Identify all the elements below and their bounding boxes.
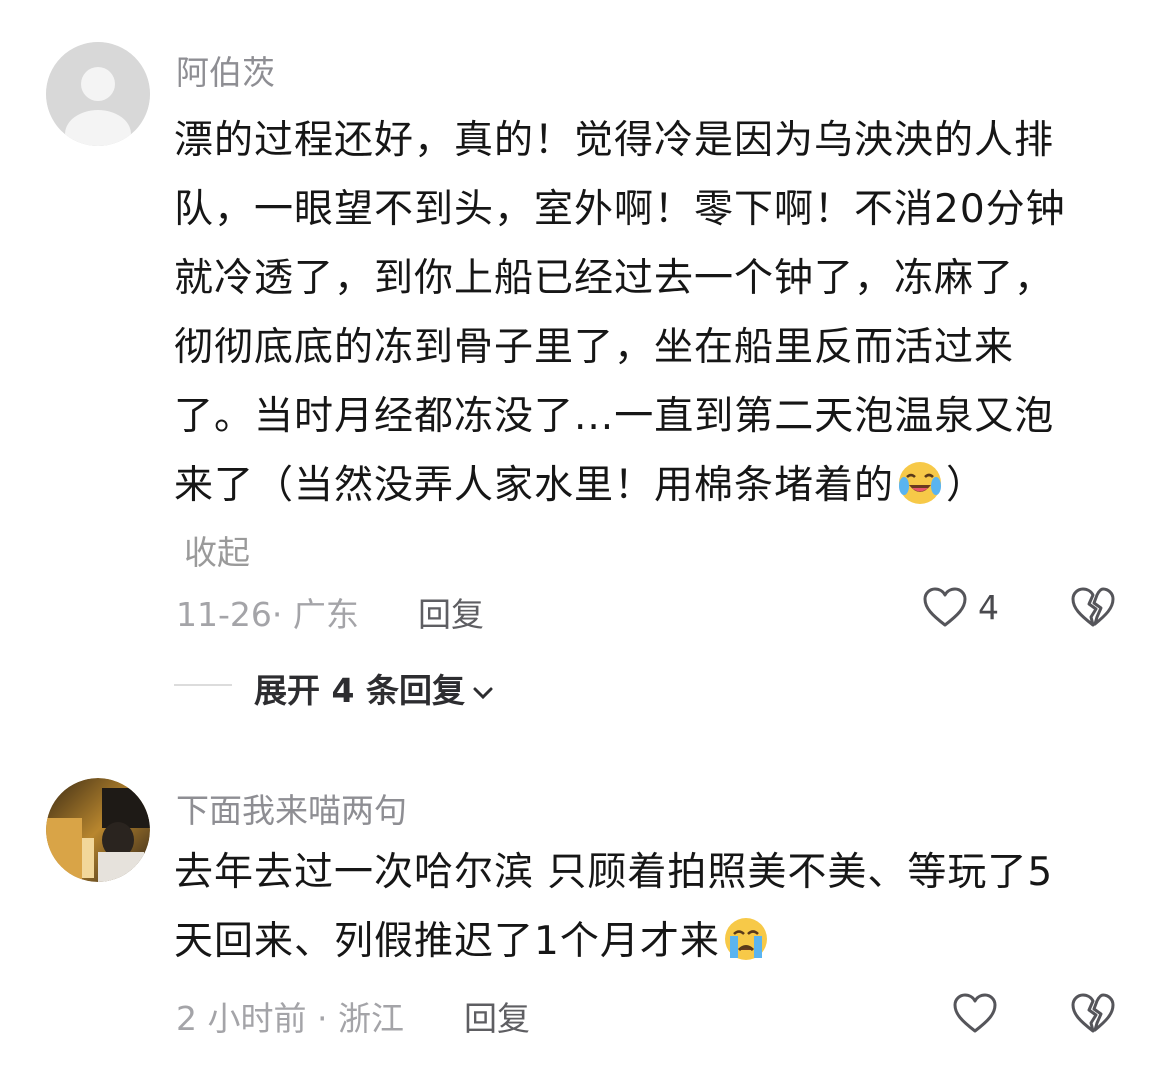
comment-username[interactable]: 阿伯茨 (176, 46, 275, 94)
comment-username[interactable]: 下面我来喵两句 (176, 784, 407, 832)
collapse-button[interactable]: 收起 (184, 526, 250, 574)
comment-time-location: 11-26· 广东 (176, 595, 359, 634)
comment-text-line: 就冷透了，到你上船已经过去一个钟了，冻麻了， (174, 256, 1055, 301)
comment-text-line: 彻彻底底的冻到骨子里了，坐在船里反而活过来 (174, 325, 1015, 370)
comment-text: 漂的过程还好，真的！觉得冷是因为乌泱泱的人排 队，一眼望不到头，室外啊！零下啊！… (174, 106, 1066, 520)
expand-divider (174, 684, 232, 686)
heart-icon[interactable] (922, 586, 968, 628)
comment-text: 去年去过一次哈尔滨 只顾着拍照美不美、等玩了5 天回来、列假推迟了1个月才来 (174, 838, 1053, 976)
comment-text-line: 队，一眼望不到头，室外啊！零下啊！不消20分钟 (174, 187, 1066, 232)
default-avatar[interactable] (46, 42, 150, 146)
reply-button[interactable]: 回复 (418, 588, 484, 636)
expand-replies-button[interactable]: 展开 4 条回复 (254, 664, 495, 712)
comment-text-line: 漂的过程还好，真的！觉得冷是因为乌泱泱的人排 (174, 118, 1055, 163)
user-silhouette-icon (46, 42, 150, 146)
comment-text-line: 了。当时月经都冻没了...一直到第二天泡温泉又泡 (174, 394, 1055, 439)
chevron-down-icon (473, 687, 493, 699)
comment-time-location: 2 小时前 · 浙江 (176, 999, 404, 1038)
cry-laugh-emoji (899, 462, 942, 504)
comment-item: 阿伯茨 漂的过程还好，真的！觉得冷是因为乌泱泱的人排 队，一眼望不到头，室外啊！… (0, 0, 1164, 720)
reply-button[interactable]: 回复 (464, 992, 530, 1040)
comment-text-line: 来了（当然没弄人家水里！用棉条堵着的 ） (174, 451, 1066, 520)
avatar-photo (46, 778, 150, 882)
like-count: 4 (978, 588, 999, 627)
crying-emoji (724, 918, 767, 960)
heart-icon[interactable] (952, 992, 998, 1034)
broken-heart-icon[interactable] (1070, 586, 1116, 628)
comment-item: 下面我来喵两句 去年去过一次哈尔滨 只顾着拍照美不美、等玩了5 天回来、列假推迟… (0, 720, 1164, 1080)
expand-replies-label: 展开 4 条回复 (254, 671, 465, 710)
comment-text-line: 天回来、列假推迟了1个月才来 (174, 907, 1053, 976)
user-avatar[interactable] (46, 778, 150, 882)
comment-text-line: 去年去过一次哈尔滨 只顾着拍照美不美、等玩了5 (174, 850, 1054, 895)
broken-heart-icon[interactable] (1070, 992, 1116, 1034)
